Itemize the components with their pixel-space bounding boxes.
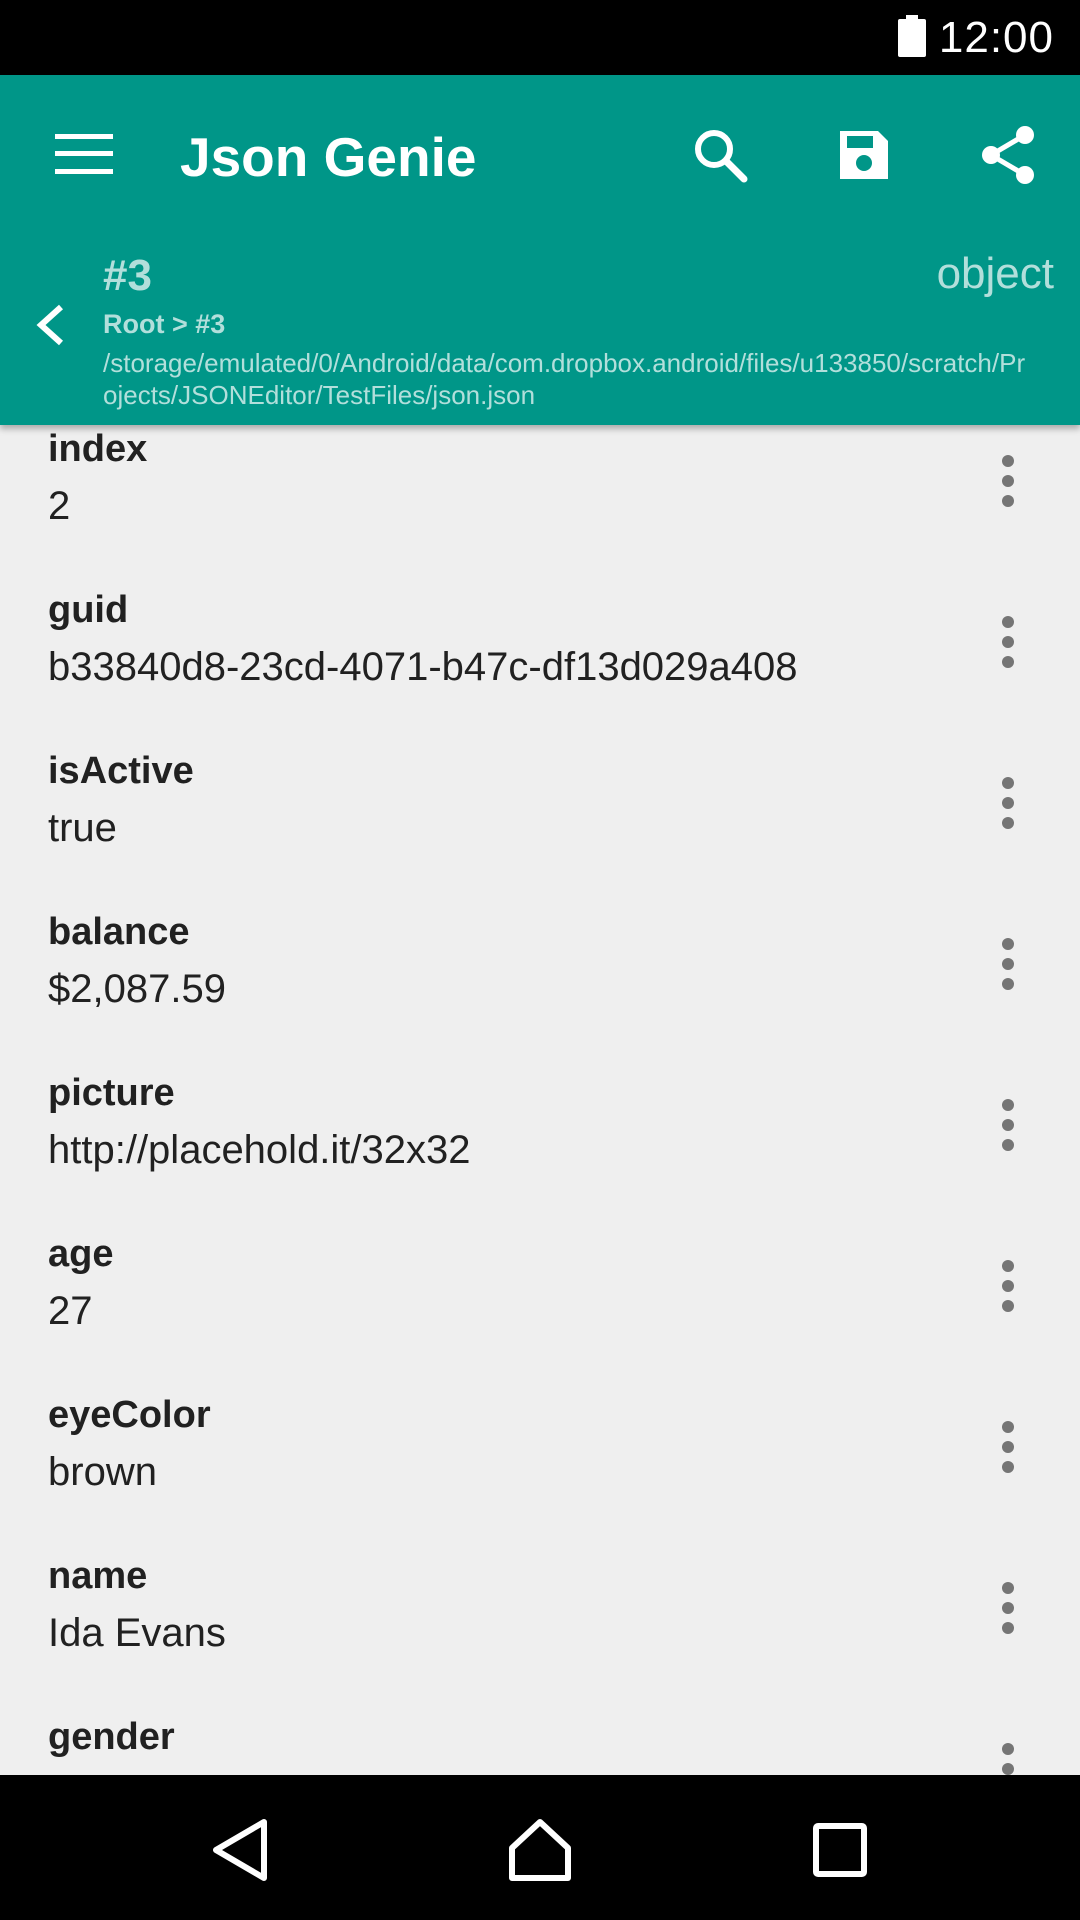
- nav-back-button[interactable]: [190, 1805, 290, 1895]
- list-item[interactable]: index 2: [0, 425, 1080, 586]
- more-vert-icon: [1002, 938, 1014, 990]
- overflow-menu-button[interactable]: [976, 1244, 1040, 1328]
- breadcrumb: Root > #3: [103, 309, 226, 339]
- status-clock: 12:00: [938, 13, 1054, 62]
- share-button[interactable]: [964, 115, 1052, 195]
- property-value: Ida Evans: [48, 1611, 226, 1655]
- overflow-menu-button[interactable]: [976, 922, 1040, 1006]
- list-item[interactable]: age 27: [0, 1230, 1080, 1391]
- property-value: true: [48, 806, 117, 850]
- status-bar: 12:00: [0, 0, 1080, 75]
- menu-icon: [55, 134, 113, 174]
- property-key: name: [48, 1555, 148, 1597]
- property-value: http://placehold.it/32x32: [48, 1128, 471, 1172]
- more-vert-icon: [1002, 1099, 1014, 1151]
- menu-button[interactable]: [40, 117, 128, 191]
- overflow-menu-button[interactable]: [976, 1083, 1040, 1167]
- back-arrow-icon: [36, 304, 64, 346]
- share-icon: [982, 126, 1034, 184]
- more-vert-icon: [1002, 1421, 1014, 1473]
- list-item[interactable]: isActive true: [0, 747, 1080, 908]
- save-button[interactable]: [820, 115, 908, 195]
- property-value: 2: [48, 484, 71, 528]
- nav-back-icon: [213, 1819, 267, 1881]
- more-vert-icon: [1002, 455, 1014, 507]
- nav-home-button[interactable]: [490, 1805, 590, 1895]
- property-value: $2,087.59: [48, 967, 226, 1011]
- list-item[interactable]: balance $2,087.59: [0, 908, 1080, 1069]
- nav-recents-icon: [813, 1823, 867, 1877]
- property-key: balance: [48, 911, 190, 953]
- node-type: object: [936, 249, 1054, 298]
- app-title: Json Genie: [180, 126, 477, 188]
- overflow-menu-button[interactable]: [976, 439, 1040, 523]
- property-value: brown: [48, 1450, 157, 1494]
- nav-recents-button[interactable]: [790, 1805, 890, 1895]
- list-item[interactable]: name Ida Evans: [0, 1552, 1080, 1713]
- search-icon: [695, 130, 748, 183]
- property-key: index: [48, 428, 148, 470]
- list-item[interactable]: gender female: [0, 1713, 1080, 1775]
- more-vert-icon: [1002, 777, 1014, 829]
- file-path: /storage/emulated/0/Android/data/com.dro…: [103, 348, 1026, 410]
- app-bar: Json Genie #3 object Root > #3 /storage/…: [0, 75, 1080, 425]
- list-item[interactable]: guid b33840d8-23cd-4071-b47c-df13d029a40…: [0, 586, 1080, 747]
- overflow-menu-button[interactable]: [976, 600, 1040, 684]
- more-vert-icon: [1002, 616, 1014, 668]
- property-key: guid: [48, 589, 129, 631]
- back-button[interactable]: [22, 287, 78, 363]
- list-item[interactable]: picture http://placehold.it/32x32: [0, 1069, 1080, 1230]
- property-value: b33840d8-23cd-4071-b47c-df13d029a408: [48, 645, 798, 689]
- json-properties-list[interactable]: index 2 guid b33840d8-23cd-4071-b47c-df1…: [0, 425, 1080, 1775]
- more-vert-icon: [1002, 1743, 1014, 1775]
- list-item[interactable]: eyeColor brown: [0, 1391, 1080, 1552]
- node-title: #3: [103, 251, 152, 300]
- search-button[interactable]: [676, 115, 764, 195]
- more-vert-icon: [1002, 1582, 1014, 1634]
- property-key: isActive: [48, 750, 194, 792]
- more-vert-icon: [1002, 1260, 1014, 1312]
- navigation-bar: [0, 1775, 1080, 1920]
- overflow-menu-button[interactable]: [976, 1727, 1040, 1775]
- save-icon: [840, 131, 888, 179]
- battery-icon: [898, 15, 926, 57]
- overflow-menu-button[interactable]: [976, 1405, 1040, 1489]
- property-key: age: [48, 1233, 114, 1275]
- overflow-menu-button[interactable]: [976, 761, 1040, 845]
- overflow-menu-button[interactable]: [976, 1566, 1040, 1650]
- nav-home-icon: [509, 1819, 571, 1881]
- property-key: picture: [48, 1072, 175, 1114]
- property-key: gender: [48, 1716, 175, 1758]
- property-key: eyeColor: [48, 1394, 211, 1436]
- property-value: 27: [48, 1289, 93, 1333]
